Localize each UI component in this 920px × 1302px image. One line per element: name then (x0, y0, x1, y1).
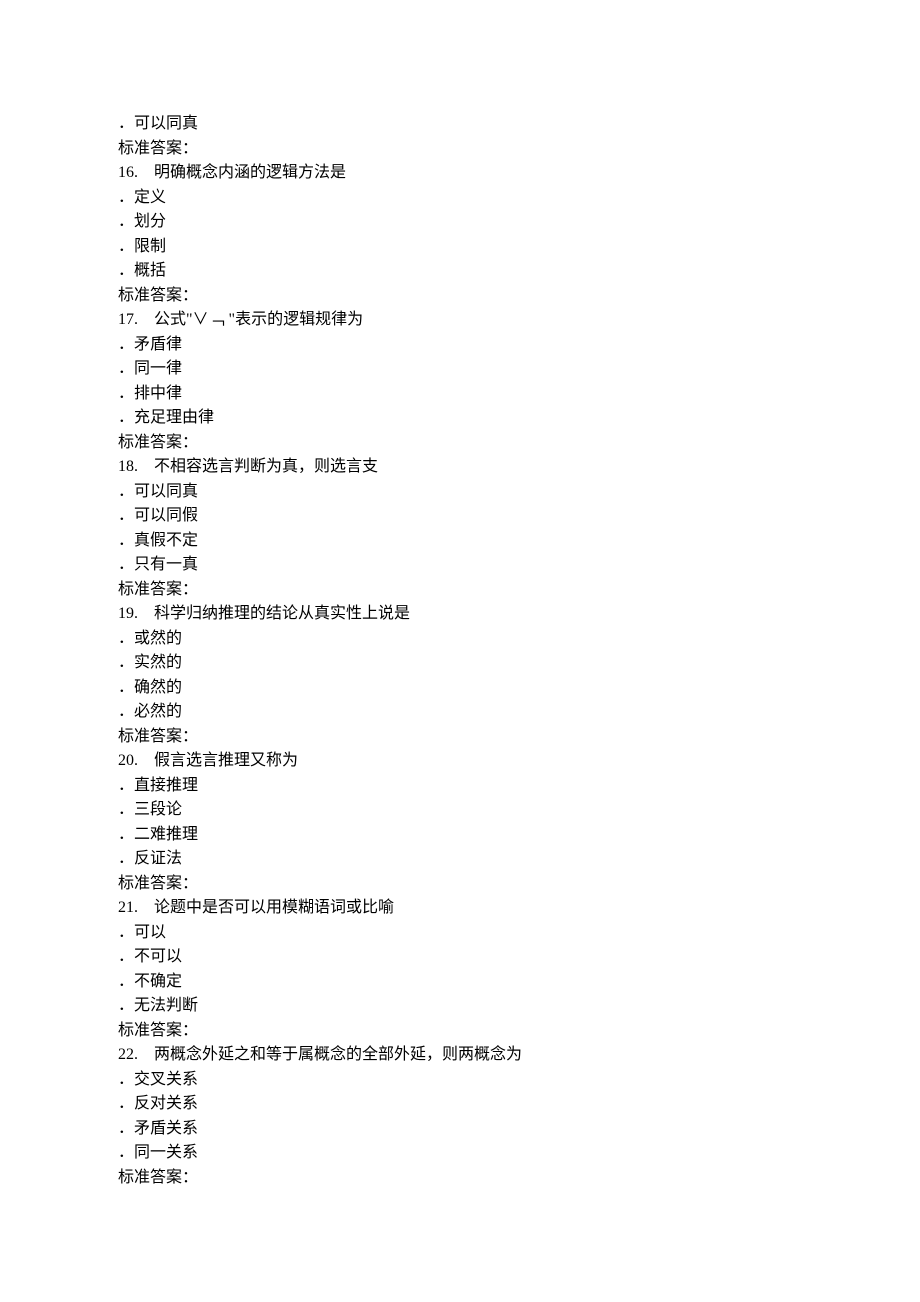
text-line: 20. 假言选言推理又称为 (118, 749, 920, 774)
text-line: ．实然的 (118, 651, 920, 676)
text-line: ．划分 (118, 210, 920, 235)
text-line: ．必然的 (118, 700, 920, 725)
text-line: ．可以同假 (118, 504, 920, 529)
text-line: ．反对关系 (118, 1092, 920, 1117)
text-line: 22. 两概念外延之和等于属概念的全部外延，则两概念为 (118, 1043, 920, 1068)
text-line: ．同一律 (118, 357, 920, 382)
text-line: ．不确定 (118, 970, 920, 995)
text-line: ．限制 (118, 235, 920, 260)
text-line: 标准答案： (118, 872, 920, 897)
text-line: ．充足理由律 (118, 406, 920, 431)
text-line: ．定义 (118, 186, 920, 211)
text-line: ．同一关系 (118, 1141, 920, 1166)
text-line: ．真假不定 (118, 529, 920, 554)
text-line: 21. 论题中是否可以用模糊语词或比喻 (118, 896, 920, 921)
text-line: 标准答案： (118, 578, 920, 603)
document-body: ．可以同真标准答案：16. 明确概念内涵的逻辑方法是．定义．划分．限制．概括标准… (118, 112, 920, 1190)
text-line: ．只有一真 (118, 553, 920, 578)
text-line: ．三段论 (118, 798, 920, 823)
text-line: ．概括 (118, 259, 920, 284)
text-line: ．矛盾关系 (118, 1117, 920, 1142)
text-line: ．直接推理 (118, 774, 920, 799)
text-line: ．确然的 (118, 676, 920, 701)
text-line: ．可以同真 (118, 480, 920, 505)
text-line: ．排中律 (118, 382, 920, 407)
text-line: 标准答案： (118, 431, 920, 456)
text-line: 18. 不相容选言判断为真，则选言支 (118, 455, 920, 480)
text-line: 标准答案： (118, 1166, 920, 1191)
text-line: ．可以同真 (118, 112, 920, 137)
text-line: ．交叉关系 (118, 1068, 920, 1093)
text-line: ．二难推理 (118, 823, 920, 848)
text-line: 17. 公式"∨﹁ "表示的逻辑规律为 (118, 308, 920, 333)
text-line: 标准答案： (118, 1019, 920, 1044)
text-line: ．矛盾律 (118, 333, 920, 358)
text-line: 19. 科学归纳推理的结论从真实性上说是 (118, 602, 920, 627)
text-line: 标准答案： (118, 284, 920, 309)
text-line: ．可以 (118, 921, 920, 946)
text-line: ．或然的 (118, 627, 920, 652)
text-line: 标准答案： (118, 725, 920, 750)
text-line: ．无法判断 (118, 994, 920, 1019)
text-line: 16. 明确概念内涵的逻辑方法是 (118, 161, 920, 186)
text-line: ．反证法 (118, 847, 920, 872)
text-line: 标准答案： (118, 137, 920, 162)
text-line: ．不可以 (118, 945, 920, 970)
